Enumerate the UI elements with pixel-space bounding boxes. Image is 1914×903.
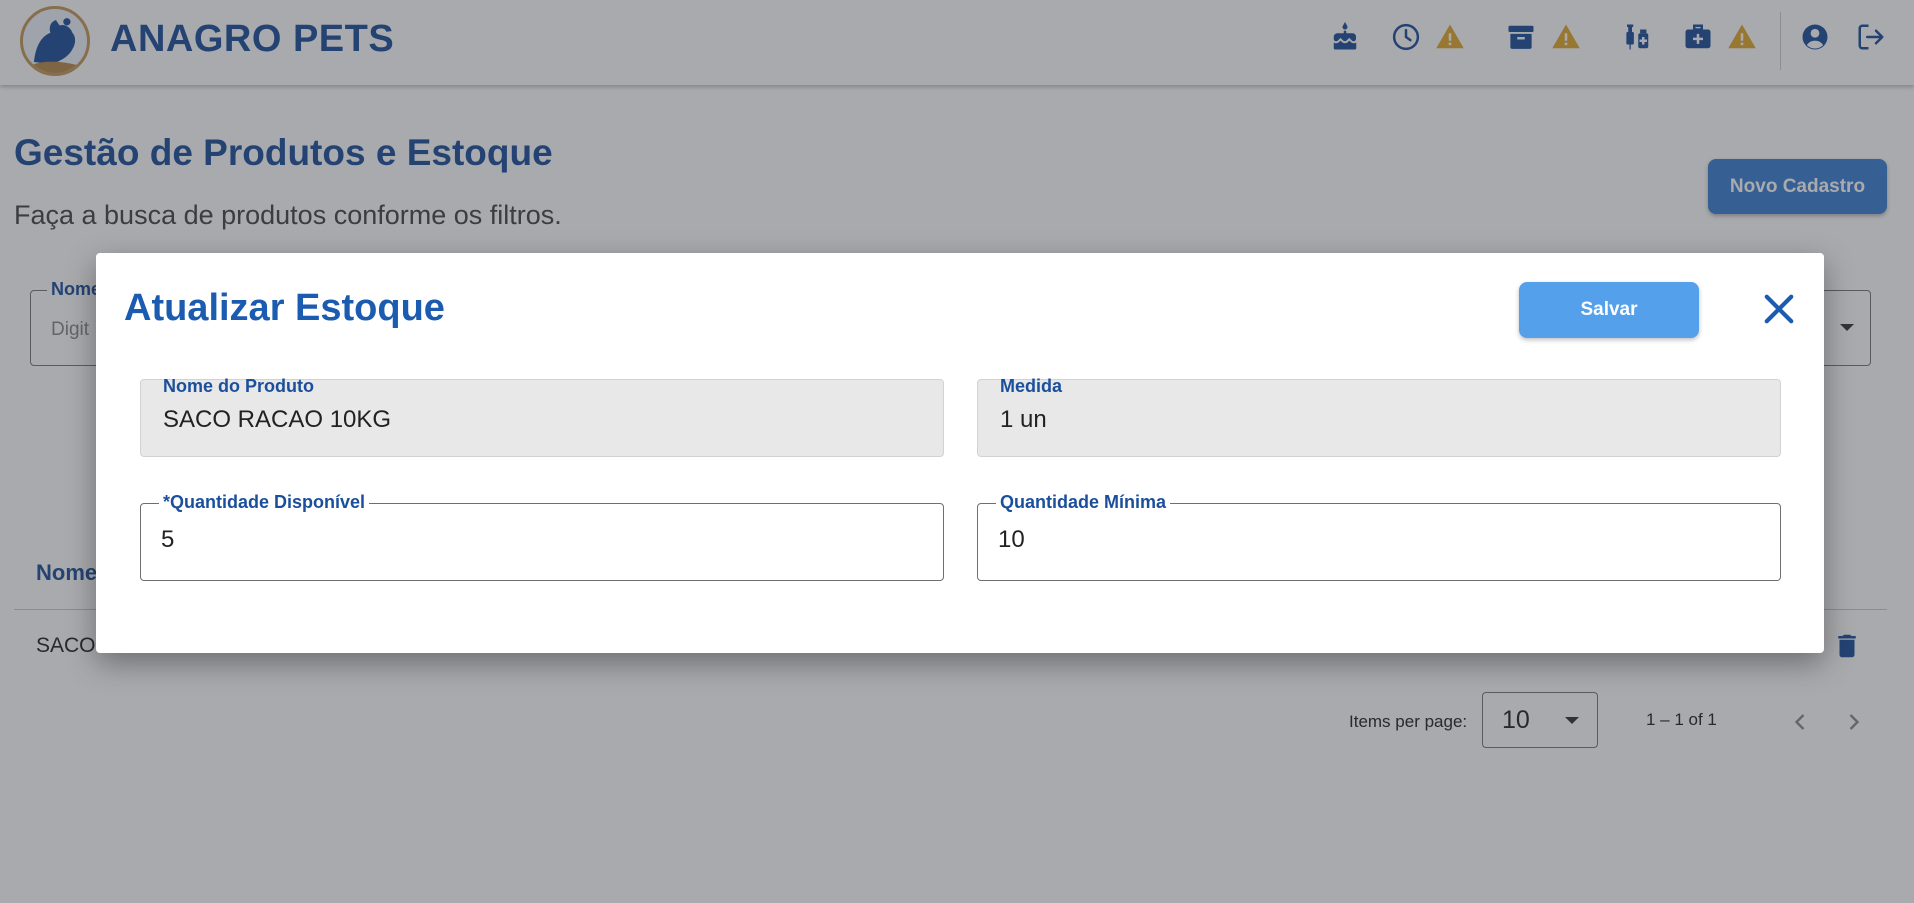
minimum-quantity-field[interactable]: Quantidade Mínima [977, 492, 1781, 581]
product-name-field: Nome do Produto SACO RACAO 10KG [140, 376, 944, 457]
dialog-title: Atualizar Estoque [124, 287, 445, 329]
product-name-label: Nome do Produto [163, 376, 314, 396]
minimum-quantity-input[interactable] [998, 526, 1720, 554]
available-quantity-input[interactable] [161, 526, 883, 554]
available-quantity-field[interactable]: *Quantidade Disponível [140, 492, 944, 581]
measure-value: 1 un [1000, 406, 1047, 433]
save-button[interactable]: Salvar [1519, 282, 1699, 338]
measure-label: Medida [1000, 376, 1063, 396]
update-stock-dialog: Atualizar Estoque Salvar Nome do Produto… [96, 253, 1824, 653]
available-quantity-label: *Quantidade Disponível [159, 492, 370, 512]
minimum-quantity-label: Quantidade Mínima [996, 492, 1171, 512]
close-icon [1764, 294, 1794, 323]
product-name-value: SACO RACAO 10KG [163, 406, 392, 433]
measure-field: Medida 1 un [977, 376, 1781, 457]
close-button[interactable] [1756, 287, 1802, 333]
